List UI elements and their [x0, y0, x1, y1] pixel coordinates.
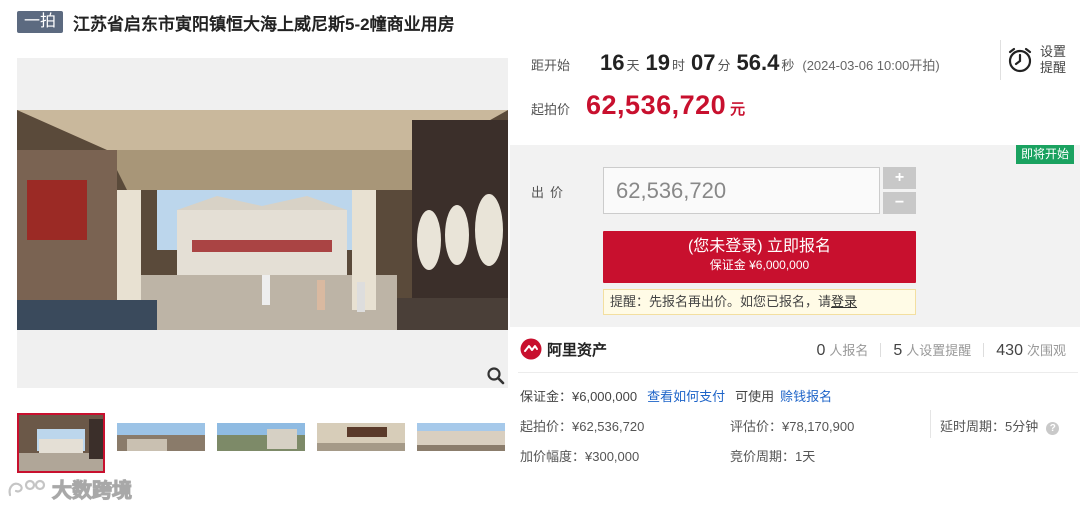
countdown-minutes-unit: 分 — [717, 58, 731, 73]
detail-cycle: 竞价周期：1天 — [730, 449, 816, 464]
start-price: 起拍价 62,536,720 元 — [531, 90, 745, 121]
register-deposit-note: 保证金 ¥6,000,000 — [709, 258, 810, 272]
thumbnail-4[interactable] — [317, 413, 405, 473]
how-to-pay-link[interactable]: 查看如何支付 — [647, 386, 725, 405]
reminder-label: 人设置提醒 — [906, 343, 972, 358]
start-price-value: 62,536,720 — [586, 90, 727, 120]
zoom-icon[interactable] — [486, 366, 506, 386]
brand-name: 阿里资产 — [547, 341, 608, 359]
reminder-count: 5 — [893, 342, 903, 359]
watermark-text: 大数跨境 — [52, 480, 133, 503]
countdown-seconds-unit: 秒 — [781, 58, 795, 73]
auction-start-time: (2024-03-06 10:00开拍) — [802, 58, 940, 73]
login-hint-text: 提醒：先报名再出价。如您已报名，请 — [610, 294, 832, 309]
delay-value: 5分钟 — [1005, 419, 1039, 434]
view-count: 430 — [996, 342, 1023, 359]
start-price-label: 起拍价 — [531, 102, 571, 117]
watermark: 大数跨境 — [6, 474, 133, 503]
page-title: 江苏省启东市寅阳镇恒大海上威尼斯5-2幢商业用房 — [73, 14, 455, 34]
decrease-bid-button[interactable]: − — [883, 192, 916, 214]
countdown-minutes: 07 — [691, 50, 716, 75]
bid-panel: 即将开始 出价 62,536,720 + − (您未登录) 立即报名 保证金 ¥… — [510, 145, 1080, 327]
countdown-label: 距开始 — [531, 58, 571, 73]
seller-brand[interactable]: 阿里资产 — [520, 338, 607, 360]
auction-stats: 0 人报名 5 人设置提醒 430 次围观 — [816, 340, 1066, 360]
main-image-viewer[interactable] — [17, 58, 508, 388]
register-button-label: (您未登录) 立即报名 — [687, 238, 832, 255]
thumbnail-2[interactable] — [117, 413, 205, 473]
detail-divider — [930, 410, 931, 438]
property-photo — [17, 110, 508, 330]
thumbnail-5[interactable] — [417, 413, 505, 473]
stat-divider — [983, 343, 985, 357]
stat-divider — [880, 343, 882, 357]
countdown-days: 16 — [600, 50, 625, 75]
set-reminder-label: 设置提醒 — [1039, 44, 1066, 75]
status-badge: 即将开始 — [1015, 145, 1074, 164]
ali-assets-logo-icon — [520, 338, 542, 360]
set-reminder-button[interactable]: 设置提醒 — [1000, 40, 1072, 80]
start-price-unit: 元 — [730, 101, 746, 118]
help-icon[interactable]: ? — [1046, 422, 1060, 435]
section-divider — [518, 372, 1078, 373]
detail-start-price: 起拍价：¥62,536,720 — [520, 419, 645, 434]
countdown-seconds: 56.4 — [736, 50, 780, 75]
title-row: 一拍 江苏省启东市寅阳镇恒大海上威尼斯5-2幢商业用房 — [17, 10, 455, 34]
signup-count: 0 — [816, 342, 826, 359]
view-label: 次围观 — [1026, 343, 1066, 358]
available-text: 可使用 — [735, 389, 775, 404]
bid-amount-input[interactable]: 62,536,720 — [603, 167, 880, 214]
detail-delay: 延时周期：5分钟? — [940, 416, 1060, 435]
countdown-days-unit: 天 — [626, 58, 640, 73]
increase-bid-button[interactable]: + — [883, 167, 916, 189]
detail-increment: 加价幅度：¥300,000 — [520, 449, 640, 464]
bid-stepper: + − — [883, 167, 916, 214]
thumbnail-strip — [17, 413, 508, 473]
delay-label: 延时周期： — [940, 419, 1006, 434]
bid-label: 出价 — [531, 185, 570, 200]
countdown-hours-unit: 时 — [672, 58, 686, 73]
login-hint: 提醒：先报名再出价。如您已报名，请登录 — [603, 289, 916, 315]
thumbnail-3[interactable] — [217, 413, 305, 473]
auction-round-tag: 一拍 — [17, 11, 64, 33]
register-button[interactable]: (您未登录) 立即报名 保证金 ¥6,000,000 — [603, 231, 916, 283]
signup-label: 人报名 — [829, 343, 869, 358]
credit-signup-link[interactable]: 赊钱报名 — [780, 386, 832, 405]
watermark-logo-icon — [8, 479, 46, 496]
thumbnail-1[interactable] — [17, 413, 105, 473]
countdown: 距开始 16 天 19 时 07 分 56.4 秒 (2024-03-06 10… — [531, 50, 940, 82]
alarm-clock-icon — [1008, 47, 1032, 73]
detail-appraisal: 评估价：¥78,170,900 — [730, 419, 855, 434]
login-link[interactable]: 登录 — [831, 294, 857, 309]
countdown-hours: 19 — [645, 50, 670, 75]
deposit-amount: 保证金：¥6,000,000 — [520, 389, 638, 404]
deposit-row: 保证金：¥6,000,000 查看如何支付 可使用 赊钱报名 — [520, 386, 832, 405]
